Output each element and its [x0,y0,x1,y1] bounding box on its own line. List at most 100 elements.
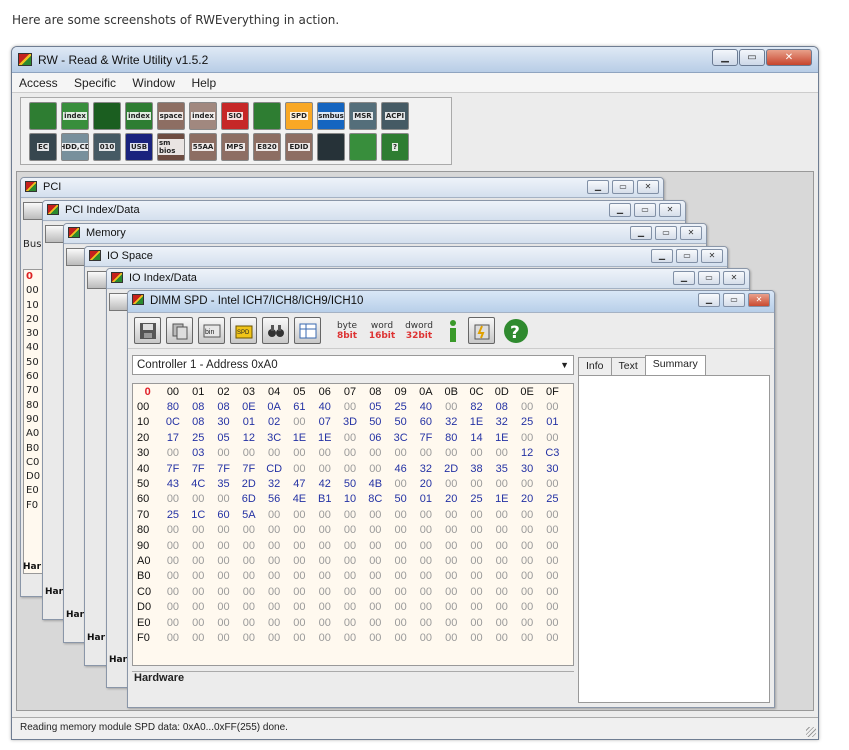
hex-cell[interactable]: 7F [413,430,438,445]
hex-cell[interactable]: 00 [236,446,261,461]
hex-cell[interactable]: 35 [211,476,236,491]
hex-cell[interactable]: 80 [439,430,464,445]
save-icon[interactable] [134,317,161,344]
hex-cell[interactable]: 05 [363,399,388,414]
hex-cell[interactable]: 56 [261,492,286,507]
hex-cell[interactable]: 00 [464,523,489,538]
hex-cell[interactable]: 35 [489,461,514,476]
io-index-icon[interactable]: index [189,102,217,130]
hex-cell[interactable]: 00 [363,461,388,476]
acpi-icon[interactable]: ACPI [381,102,409,130]
hex-cell[interactable]: 00 [236,584,261,599]
hex-cell[interactable]: 00 [464,584,489,599]
hex-cell[interactable]: 00 [287,553,312,568]
hex-cell[interactable]: 6D [236,492,261,507]
pcmcia-icon[interactable]: 010 [93,133,121,161]
hex-cell[interactable]: 7F [160,461,185,476]
hex-cell[interactable]: 00 [211,538,236,553]
help-icon[interactable]: ? [381,133,409,161]
hex-cell[interactable]: 00 [489,507,514,522]
hex-cell[interactable]: 00 [439,599,464,614]
hex-cell[interactable]: 4B [363,476,388,491]
hex-cell[interactable]: 00 [439,523,464,538]
hex-cell[interactable]: 00 [413,630,438,645]
hex-cell[interactable]: 00 [312,538,337,553]
hex-cell[interactable]: 42 [312,476,337,491]
hex-cell[interactable]: 00 [160,569,185,584]
smbus-icon[interactable]: smbus [317,102,345,130]
hex-cell[interactable]: 20 [413,476,438,491]
hex-cell[interactable]: 00 [261,615,286,630]
55aa-icon[interactable]: 55AA [189,133,217,161]
io-space-icon[interactable]: space [157,102,185,130]
close-button[interactable]: ✕ [766,49,812,66]
binary-icon[interactable]: bin [198,317,225,344]
hex-cell[interactable]: C3 [540,446,565,461]
io-index-tool-button[interactable] [109,293,129,311]
hex-cell[interactable]: 00 [287,461,312,476]
hex-cell[interactable]: 00 [489,538,514,553]
hex-cell[interactable]: 32 [439,415,464,430]
hex-cell[interactable]: 00 [287,538,312,553]
hex-cell[interactable]: 00 [514,569,539,584]
hex-cell[interactable]: 00 [287,446,312,461]
io-space-close-button[interactable]: ✕ [701,249,723,263]
hex-cell[interactable]: 61 [287,399,312,414]
hex-cell[interactable]: B1 [312,492,337,507]
hex-cell[interactable]: 00 [287,523,312,538]
hex-cell[interactable]: 00 [236,538,261,553]
hex-cell[interactable]: 00 [540,553,565,568]
hex-cell[interactable]: 00 [337,399,362,414]
hex-cell[interactable]: 00 [464,615,489,630]
hex-cell[interactable]: 00 [287,615,312,630]
hex-cell[interactable]: 00 [211,569,236,584]
smbios-icon[interactable]: sm bios [157,133,185,161]
hex-cell[interactable]: 00 [514,507,539,522]
hex-cell[interactable]: 00 [337,553,362,568]
menu-help[interactable]: Help [184,73,222,90]
maximize-button[interactable]: ▭ [739,49,765,66]
hex-cell[interactable]: 1E [312,430,337,445]
io-space-minimize-button[interactable]: ▁ [651,249,673,263]
info-icon[interactable] [444,317,462,344]
hex-cell[interactable]: 00 [211,584,236,599]
hex-cell[interactable]: 00 [312,615,337,630]
hex-cell[interactable]: 00 [514,553,539,568]
hex-cell[interactable]: 1E [489,492,514,507]
hex-cell[interactable]: 1E [489,430,514,445]
hex-cell[interactable]: 03 [186,446,211,461]
hex-cell[interactable]: 00 [236,569,261,584]
hex-cell[interactable]: 00 [540,569,565,584]
hex-cell[interactable]: 00 [413,507,438,522]
hex-cell[interactable]: 00 [388,507,413,522]
hex-cell[interactable]: 00 [514,615,539,630]
ec-icon[interactable]: EC [29,133,57,161]
pci-index-tool-button[interactable] [45,225,65,243]
pci-icon[interactable] [29,102,57,130]
hex-cell[interactable]: 00 [186,584,211,599]
hex-cell[interactable]: 47 [287,476,312,491]
io-space-maximize-button[interactable]: ▭ [676,249,698,263]
hex-cell[interactable]: 00 [388,630,413,645]
hex-cell[interactable]: 00 [413,569,438,584]
hex-cell[interactable]: 00 [464,553,489,568]
hex-cell[interactable]: 20 [514,492,539,507]
resize-grip[interactable] [806,727,816,737]
hex-cell[interactable]: 08 [186,399,211,414]
hex-cell[interactable]: CD [261,461,286,476]
dimm-spd-title-bar[interactable]: DIMM SPD - Intel ICH7/ICH8/ICH9/ICH10 ▁ ▭… [128,291,774,313]
memory-tool-button[interactable] [66,248,86,266]
hex-cell[interactable]: 00 [160,492,185,507]
hex-cell[interactable]: 00 [287,569,312,584]
sio-icon[interactable]: SIO [221,102,249,130]
hex-cell[interactable]: 00 [388,476,413,491]
hex-cell[interactable]: 00 [160,599,185,614]
hex-cell[interactable]: 01 [413,492,438,507]
hex-cell[interactable]: 00 [211,446,236,461]
hex-cell[interactable]: 5A [236,507,261,522]
hex-cell[interactable]: 25 [186,430,211,445]
hex-cell[interactable]: 30 [540,461,565,476]
hex-cell[interactable]: 00 [439,538,464,553]
hex-cell[interactable]: 00 [439,630,464,645]
memory-maximize-button[interactable]: ▭ [655,226,677,240]
